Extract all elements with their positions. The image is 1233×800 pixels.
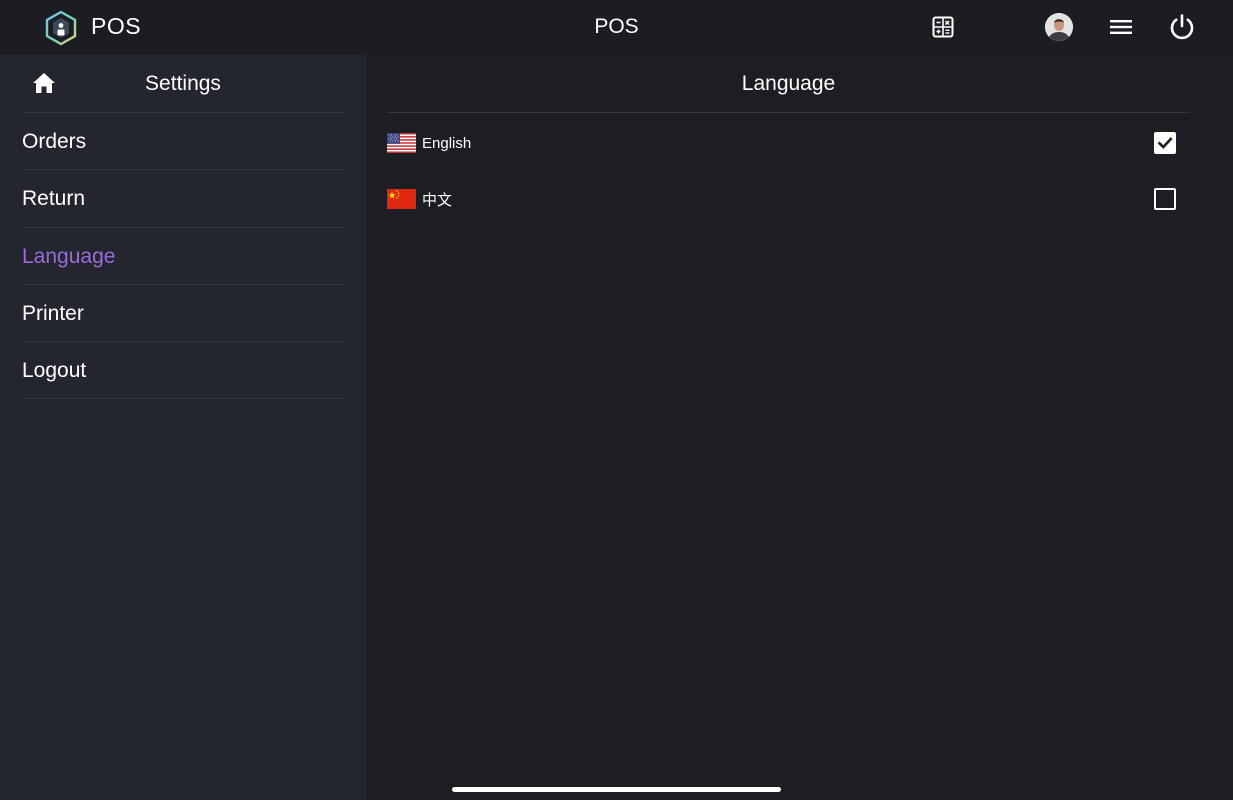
- chinese-checkbox[interactable]: [1154, 188, 1176, 210]
- home-icon[interactable]: [32, 72, 56, 94]
- home-indicator[interactable]: [452, 787, 781, 792]
- sidebar-menu: Orders Return Language Printer Logout: [22, 113, 344, 400]
- hexagon-logo-icon: [45, 10, 77, 46]
- section-title: Language: [387, 55, 1190, 113]
- sidebar-item-orders[interactable]: Orders: [22, 113, 344, 171]
- sidebar-header: Settings: [22, 55, 344, 113]
- language-option-english[interactable]: English: [387, 123, 1190, 163]
- sidebar: Settings Orders Return Language Printer …: [0, 55, 366, 800]
- power-icon[interactable]: [1166, 11, 1198, 43]
- sidebar-item-printer[interactable]: Printer: [22, 285, 344, 343]
- avatar[interactable]: [1045, 13, 1073, 41]
- language-option-chinese[interactable]: 中文: [387, 179, 1190, 219]
- sidebar-item-logout[interactable]: Logout: [22, 342, 344, 400]
- language-label-english: English: [422, 134, 472, 152]
- sidebar-item-return[interactable]: Return: [22, 170, 344, 228]
- language-label-chinese: 中文: [422, 191, 453, 209]
- us-flag-icon: [387, 133, 416, 153]
- calculator-icon[interactable]: [929, 13, 957, 41]
- main-panel: Language English 中文: [366, 55, 1233, 800]
- app-name: POS: [91, 13, 142, 39]
- china-flag-icon: [387, 189, 416, 209]
- english-checkbox[interactable]: [1154, 132, 1176, 154]
- hamburger-menu-icon[interactable]: [1107, 13, 1135, 41]
- sidebar-item-language[interactable]: Language: [22, 228, 344, 285]
- top-bar: POS POS: [0, 0, 1233, 55]
